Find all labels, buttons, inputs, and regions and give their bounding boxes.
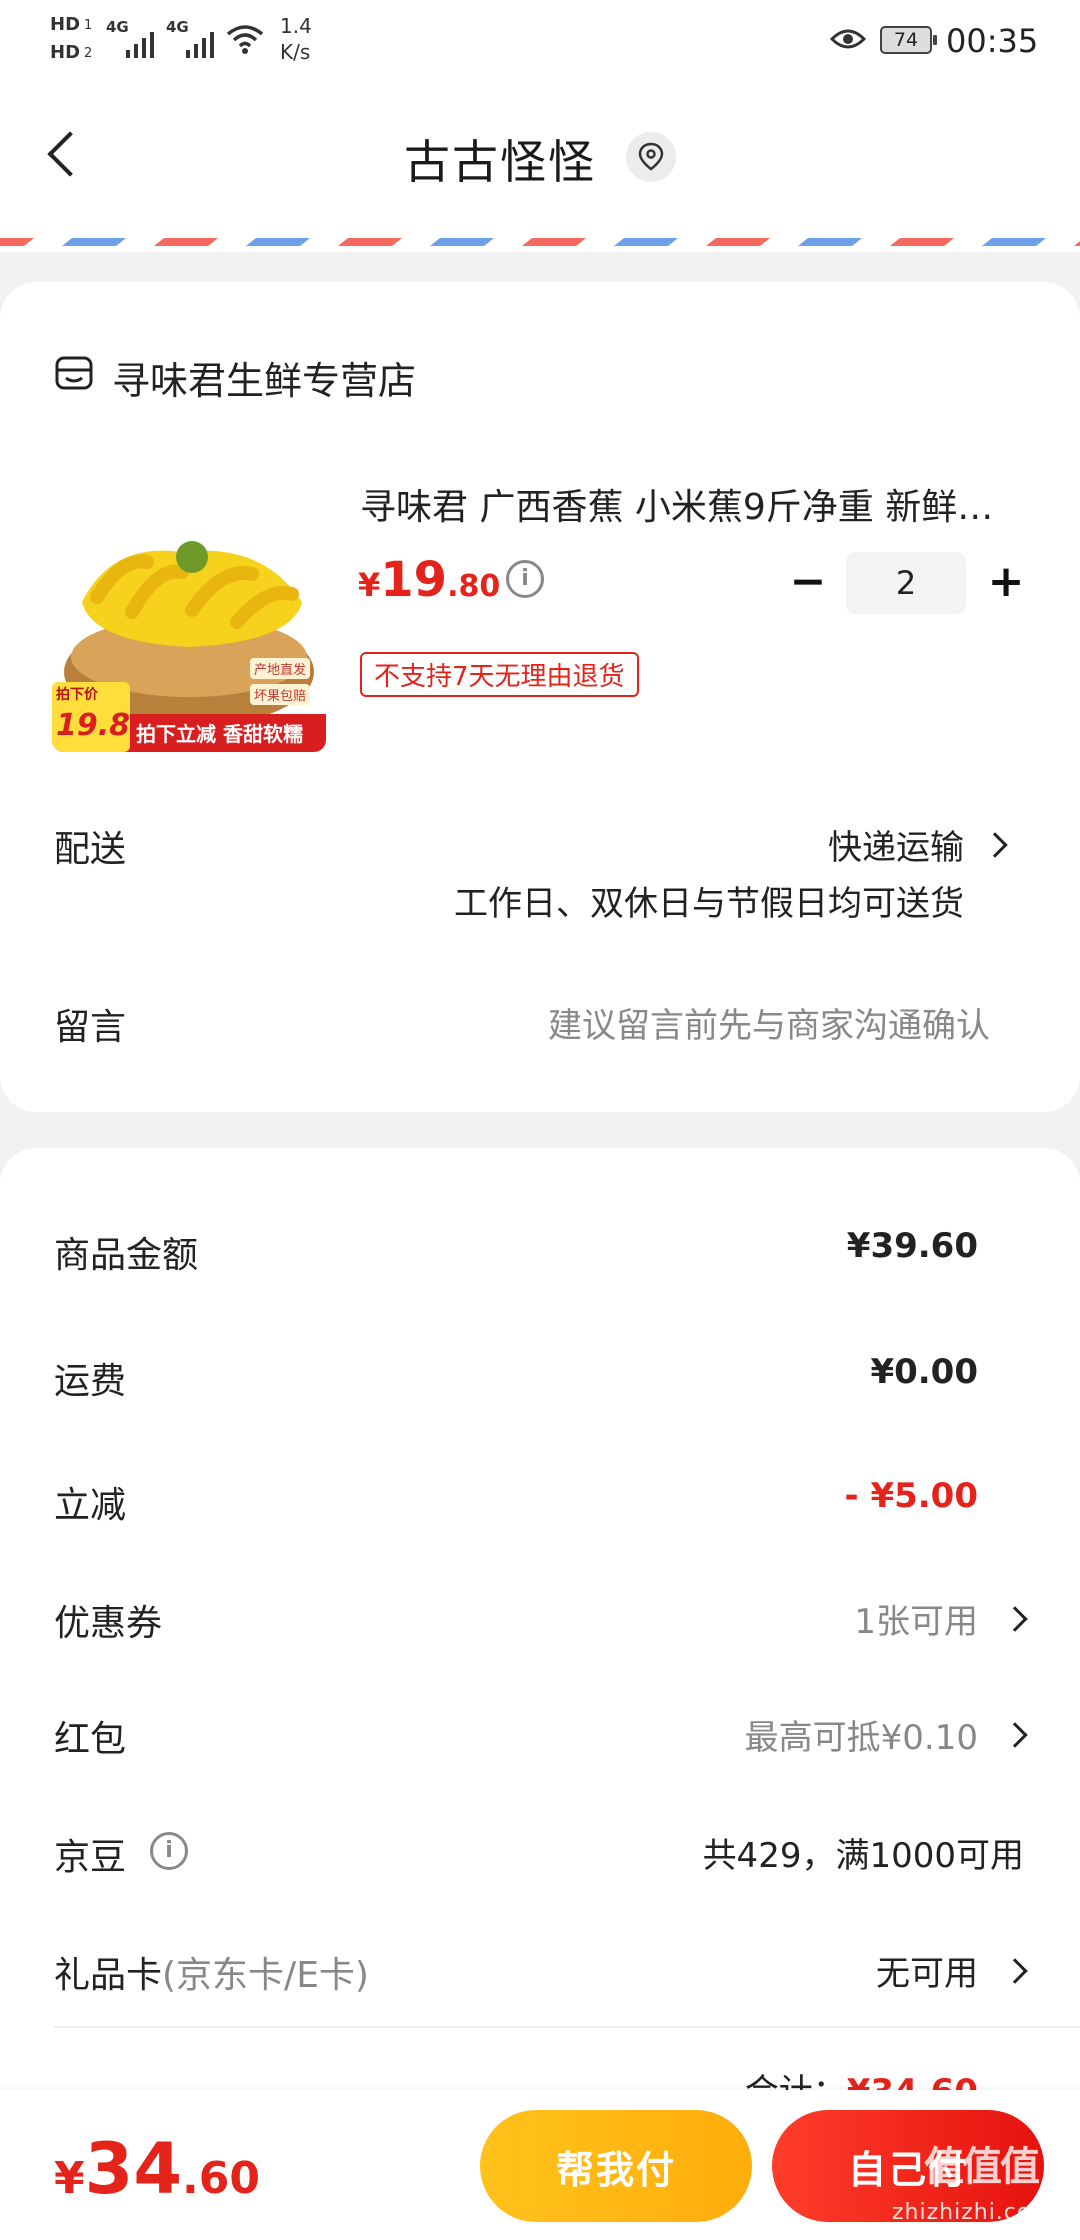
red-packet-label: 红包 bbox=[54, 1719, 127, 1760]
price-detail-card: 商品金额 ¥39.60 运费 ¥0.00 立减 - ¥5.00 优惠券 1张可用… bbox=[0, 1148, 1080, 2240]
envelope-stripe bbox=[890, 238, 954, 246]
page-title: 古古怪怪 bbox=[404, 135, 596, 189]
location-pin-icon[interactable] bbox=[626, 132, 676, 182]
delivery-note: 工作日、双休日与节假日均可送货 bbox=[454, 884, 964, 924]
envelope-stripe bbox=[62, 238, 126, 246]
battery-icon: 74 bbox=[880, 26, 937, 54]
message-input[interactable]: 建议留言前先与商家沟通确认 bbox=[548, 998, 990, 1047]
delivery-row[interactable]: 快递运输 工作日、双休日与节假日均可送货 bbox=[300, 812, 1030, 924]
net2-label: 4G bbox=[166, 18, 189, 36]
total-integer: 34 bbox=[84, 2128, 183, 2210]
checkout-bar: ¥34.60 帮我付 自己付 值值值 zhizhizhi.com bbox=[0, 2090, 1080, 2240]
eye-comfort-icon bbox=[829, 26, 867, 52]
net1-label: 4G bbox=[106, 18, 129, 36]
price-symbol: ¥ bbox=[358, 566, 381, 604]
gift-card-chevron-icon bbox=[1002, 1958, 1028, 1984]
shipping-label: 运费 bbox=[54, 1361, 127, 1402]
gift-card-row[interactable]: 礼品卡(京东卡/E卡) 无可用 bbox=[0, 1926, 1080, 2026]
gift-card-label-main: 礼品卡 bbox=[54, 1955, 163, 1996]
price-integer: 19 bbox=[380, 552, 448, 608]
envelope-stripe bbox=[338, 238, 402, 246]
envelope-stripe bbox=[982, 238, 1046, 246]
envelope-stripe bbox=[154, 238, 218, 246]
product-image[interactable]: 产地直发 坏果包赔 拍下价 19.8 拍下立减 香甜软糯 bbox=[52, 482, 326, 752]
status-bar: HD 1 HD 2 4G 4G 1.4 K/s 74 00:35 bbox=[0, 0, 1080, 80]
wifi-icon bbox=[226, 22, 264, 56]
red-packet-value: 最高可抵¥0.10 bbox=[744, 1718, 978, 1758]
image-tag-origin: 产地直发 bbox=[250, 658, 311, 679]
unit-price: ¥19.80 bbox=[358, 552, 500, 608]
message-label: 留言 bbox=[54, 1007, 127, 1048]
signal-1-icon: 4G bbox=[106, 18, 160, 58]
envelope-stripe bbox=[246, 238, 310, 246]
quantity-plus-button[interactable]: + bbox=[978, 552, 1034, 612]
total-symbol: ¥ bbox=[54, 2153, 85, 2204]
total-price: ¥34.60 bbox=[54, 2128, 260, 2210]
coupon-row[interactable]: 优惠券 1张可用 bbox=[0, 1572, 1080, 1672]
watermark-site: zhizhizhi.com bbox=[892, 2200, 1054, 2225]
hd2-badge: HD bbox=[50, 42, 81, 63]
signal-2-icon: 4G bbox=[166, 18, 220, 58]
envelope-stripe bbox=[706, 238, 770, 246]
sim1-label: 1 bbox=[84, 18, 93, 33]
clock: 00:35 bbox=[946, 22, 1039, 60]
sim2-label: 2 bbox=[84, 46, 93, 61]
envelope-stripe bbox=[430, 238, 494, 246]
order-card: 寻味君生鲜专营店 产地直发 坏果包赔 拍下价 19.8 拍下立减 香甜软糯 寻味… bbox=[0, 282, 1080, 1112]
envelope-stripe bbox=[1074, 241, 1080, 246]
page-header: 古古怪怪 bbox=[0, 80, 1080, 230]
envelope-stripe bbox=[798, 238, 862, 246]
discount-value: - ¥5.00 bbox=[844, 1476, 979, 1516]
coupon-label: 优惠券 bbox=[54, 1603, 163, 1644]
net-speed-value: 1.4 bbox=[280, 14, 312, 38]
back-button[interactable] bbox=[36, 120, 100, 190]
delivery-label: 配送 bbox=[54, 829, 127, 870]
gift-card-value: 无可用 bbox=[876, 1954, 978, 1994]
quantity-minus-button[interactable]: − bbox=[780, 552, 836, 612]
gift-card-label-suffix: (京东卡/E卡) bbox=[162, 1955, 369, 1996]
net-speed-unit: K/s bbox=[280, 40, 311, 64]
coupon-value: 1张可用 bbox=[854, 1602, 978, 1642]
hd1-badge: HD bbox=[50, 14, 81, 35]
gift-card-label: 礼品卡(京东卡/E卡) bbox=[54, 1946, 369, 1998]
quantity-input[interactable]: 2 bbox=[846, 552, 966, 614]
coupon-chevron-icon bbox=[1002, 1606, 1028, 1632]
back-chevron-icon bbox=[47, 131, 93, 177]
discount-label: 立减 bbox=[54, 1485, 127, 1526]
store-name[interactable]: 寻味君生鲜专营店 bbox=[112, 350, 416, 405]
product-title[interactable]: 寻味君 广西香蕉 小米蕉9斤净重 新鲜… bbox=[360, 478, 1030, 530]
image-price-tag: 拍下价 bbox=[56, 687, 98, 703]
price-info-icon[interactable]: i bbox=[506, 560, 544, 598]
goods-amount-label: 商品金额 bbox=[54, 1235, 199, 1276]
price-decimal: .80 bbox=[447, 569, 501, 604]
red-packet-row[interactable]: 红包 最高可抵¥0.10 bbox=[0, 1686, 1080, 1786]
divider bbox=[54, 2026, 1080, 2028]
goods-amount-value: ¥39.60 bbox=[846, 1226, 978, 1266]
delivery-method: 快递运输 bbox=[828, 828, 964, 868]
image-price-value: 19.8 bbox=[56, 708, 131, 743]
envelope-stripe bbox=[614, 238, 678, 246]
dual-sim-indicator: HD 1 HD 2 bbox=[50, 14, 100, 64]
total-decimal: .60 bbox=[182, 2153, 260, 2204]
envelope-stripe bbox=[522, 238, 586, 246]
no-return-tag: 不支持7天无理由退货 bbox=[360, 652, 639, 697]
jd-beans-info-icon[interactable]: i bbox=[150, 1832, 188, 1870]
address-envelope-border bbox=[0, 230, 1080, 252]
delivery-chevron-icon bbox=[982, 832, 1008, 858]
jd-beans-value: 共429，满1000可用 bbox=[702, 1836, 1024, 1876]
store-icon bbox=[54, 354, 94, 394]
image-banner: 拍下立减 香甜软糯 bbox=[136, 722, 303, 746]
jd-beans-label: 京豆 bbox=[54, 1837, 127, 1878]
help-me-pay-button[interactable]: 帮我付 bbox=[480, 2110, 752, 2222]
envelope-stripe bbox=[0, 238, 34, 246]
watermark-logo: 值值值 bbox=[924, 2144, 1040, 2190]
image-tag-damage: 坏果包赔 bbox=[250, 684, 311, 705]
shipping-value: ¥0.00 bbox=[870, 1352, 978, 1392]
red-packet-chevron-icon bbox=[1002, 1722, 1028, 1748]
